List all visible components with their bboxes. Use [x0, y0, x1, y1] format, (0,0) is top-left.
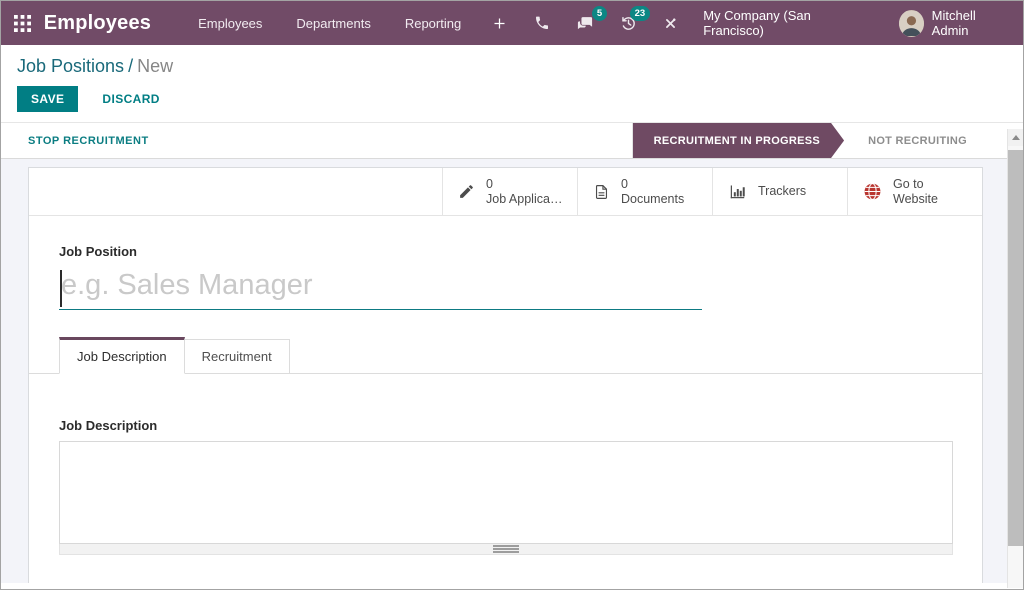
tab-recruitment[interactable]: Recruitment [185, 339, 290, 374]
user-avatar [899, 10, 924, 37]
job-applications-stat-button[interactable]: 0 Job Applications [442, 168, 577, 215]
job-description-input[interactable] [59, 441, 953, 544]
job-position-input[interactable] [59, 266, 702, 309]
stage-not-recruiting[interactable]: NOT RECRUITING [844, 123, 991, 158]
globe-icon [863, 182, 882, 201]
stage-pipeline: RECRUITMENT IN PROGRESS NOT RECRUITING [632, 123, 991, 158]
stat-label: Job Applications [486, 192, 564, 207]
scroll-up-button[interactable] [1008, 129, 1024, 146]
menu-reporting[interactable]: Reporting [388, 1, 478, 45]
stat-value: 0 [486, 177, 564, 192]
statusbar: STOP RECRUITMENT RECRUITMENT IN PROGRESS… [1, 122, 1023, 159]
user-name: Mitchell Admin [932, 8, 1009, 38]
activities-badge: 23 [630, 6, 651, 21]
documents-stat-button[interactable]: 0 Documents [577, 168, 712, 215]
stat-button-box: 0 Job Applications 0 Documents [29, 168, 982, 216]
menu-employees[interactable]: Employees [181, 1, 279, 45]
save-button[interactable]: SAVE [17, 86, 78, 112]
menu-departments[interactable]: Departments [279, 1, 387, 45]
up-arrow-icon [1012, 135, 1020, 140]
activity-clock-icon[interactable]: 23 [607, 1, 650, 45]
messages-icon[interactable]: 5 [563, 1, 607, 45]
top-navbar: Employees Employees Departments Reportin… [1, 1, 1023, 45]
trackers-stat-button[interactable]: Trackers [712, 168, 847, 215]
grip-lines-icon [493, 545, 519, 553]
job-position-label: Job Position [59, 244, 137, 259]
breadcrumb-current: New [137, 56, 173, 76]
text-cursor [60, 270, 62, 307]
discard-button[interactable]: DISCARD [90, 86, 171, 112]
form-view: 0 Job Applications 0 Documents [1, 159, 1023, 583]
breadcrumb-job-positions[interactable]: Job Positions [17, 56, 124, 76]
vertical-scrollbar[interactable] [1007, 129, 1024, 588]
scrollbar-thumb[interactable] [1008, 150, 1024, 546]
app-window: Employees Employees Departments Reportin… [0, 0, 1024, 590]
breadcrumb-separator: / [124, 56, 137, 76]
app-title[interactable]: Employees [44, 12, 151, 35]
user-menu[interactable]: Mitchell Admin [879, 8, 1009, 38]
statusbar-spacer [149, 123, 632, 158]
breadcrumb: Job Positions/New [17, 56, 1007, 77]
grid-icon [14, 15, 31, 32]
control-panel: Job Positions/New SAVE DISCARD [1, 45, 1023, 122]
job-position-field-wrap [59, 266, 702, 310]
apps-grid-icon[interactable] [1, 1, 44, 45]
document-icon [593, 183, 610, 201]
stat-value: 0 [621, 177, 684, 192]
bar-chart-icon [728, 183, 747, 200]
stat-label: Trackers [758, 184, 806, 199]
phone-icon[interactable] [521, 1, 563, 45]
stat-label: Documents [621, 192, 684, 207]
go-to-website-stat-button[interactable]: Go to Website [847, 168, 982, 215]
job-description-label: Job Description [59, 418, 157, 433]
plus-icon[interactable] [478, 1, 521, 45]
pencil-icon [458, 183, 475, 200]
notebook-tabs: Job Description Recruitment [29, 337, 982, 374]
stage-recruitment-in-progress[interactable]: RECRUITMENT IN PROGRESS [633, 123, 844, 158]
resize-handle[interactable] [59, 544, 953, 555]
stat-label-line2: Website [893, 192, 938, 207]
stop-recruitment-button[interactable]: STOP RECRUITMENT [28, 123, 149, 158]
messages-badge: 5 [592, 6, 607, 21]
tab-job-description[interactable]: Job Description [59, 337, 185, 374]
tab-content-job-description: Job Description [59, 374, 952, 555]
company-switcher[interactable]: My Company (San Francisco) [691, 8, 879, 38]
form-sheet: 0 Job Applications 0 Documents [28, 167, 983, 583]
tools-icon[interactable] [650, 1, 691, 45]
stat-label-line1: Go to [893, 177, 938, 192]
